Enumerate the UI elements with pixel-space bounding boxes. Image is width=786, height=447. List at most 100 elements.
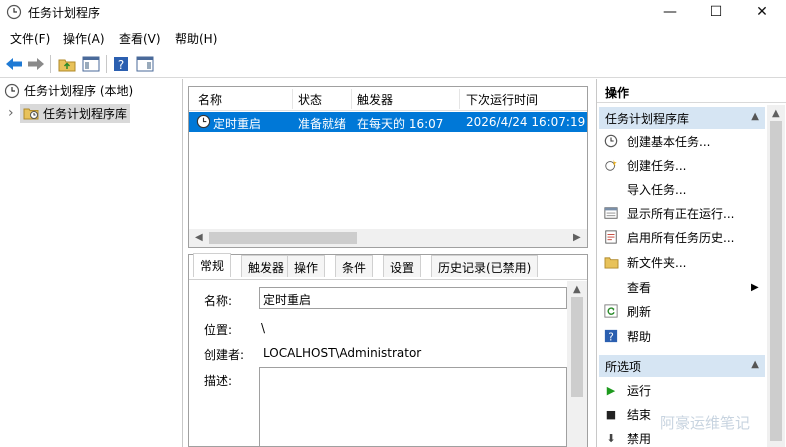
actions-vertical-scrollbar[interactable]: ▲ (767, 105, 785, 447)
task-next-run-cell: 2026/4/24 16:07:19 (466, 115, 586, 129)
column-separator[interactable] (351, 89, 352, 109)
menu-bar: 文件(F) 操作(A) 查看(V) 帮助(H) (0, 28, 786, 48)
stop-icon: ■ (605, 407, 617, 421)
column-header-next-run[interactable]: 下次运行时间 (466, 91, 538, 108)
clock-icon (4, 83, 20, 98)
folder-icon (603, 254, 619, 270)
menu-help[interactable]: 帮助(H) (175, 30, 217, 47)
scroll-up-icon[interactable]: ▲ (573, 284, 581, 295)
tree-item-library-label: 任务计划程序库 (43, 106, 128, 121)
svg-text:?: ? (118, 58, 124, 72)
action-label: 查看 (627, 280, 652, 295)
author-label: 创建者: (204, 348, 245, 362)
list-header: 名称 状态 触发器 下次运行时间 (189, 87, 587, 111)
action-new-folder[interactable]: 新文件夹... (603, 251, 763, 273)
section-selected-label: 所选项 (605, 360, 642, 374)
back-button[interactable] (3, 53, 25, 75)
forward-arrow-icon (28, 58, 44, 70)
clock-icon (6, 4, 22, 20)
task-clock-icon (196, 114, 211, 129)
description-field[interactable] (259, 367, 567, 447)
help-icon: ? (114, 57, 128, 72)
show-hide-tree-button[interactable] (80, 53, 102, 75)
show-action-pane-button[interactable] (134, 53, 156, 75)
task-details-panel: 常规 触发器 操作 条件 设置 历史记录(已禁用) 名称: 定时重启 位置: \… (188, 253, 588, 447)
action-create-basic-task[interactable]: 创建基本任务... (603, 130, 763, 152)
scrollbar-thumb[interactable] (770, 121, 782, 441)
toolbar-separator (50, 55, 51, 73)
maximize-button[interactable]: ☐ (693, 0, 739, 24)
scroll-left-icon[interactable]: ◀ (195, 232, 203, 243)
section-library[interactable]: 任务计划程序库 ▲ (599, 107, 765, 129)
tree-root[interactable]: 任务计划程序 (本地) (4, 82, 133, 99)
watermark-text: 阿豪运维笔记 (660, 414, 751, 432)
navigation-tree: 任务计划程序 (本地) › 任务计划程序库 (0, 79, 183, 447)
action-refresh[interactable]: 刷新 (603, 300, 763, 322)
tab-settings[interactable]: 设置 (383, 255, 422, 277)
action-help[interactable]: ? 帮助 (603, 325, 763, 347)
action-import-task[interactable]: 导入任务... (603, 178, 763, 200)
menu-action[interactable]: 操作(A) (63, 30, 105, 47)
task-list: 名称 状态 触发器 下次运行时间 定时重启 准备就绪 在每天的 16:07 20… (188, 86, 588, 248)
column-header-trigger[interactable]: 触发器 (357, 91, 393, 108)
location-value: \ (261, 321, 266, 335)
actions-pane: 操作 任务计划程序库 ▲ 创建基本任务... 创建任务... 导入任务... 显… (596, 79, 786, 447)
window-title: 任务计划程序 (28, 6, 101, 20)
task-star-icon (603, 157, 619, 173)
tab-triggers[interactable]: 触发器 (241, 255, 292, 277)
folder-clock-icon (23, 108, 39, 120)
name-field[interactable]: 定时重启 (259, 287, 567, 309)
tab-general[interactable]: 常规 (193, 253, 232, 277)
actions-title: 操作 (597, 79, 786, 103)
toolbar: ? (0, 50, 786, 78)
tree-item-library[interactable]: › 任务计划程序库 (8, 103, 132, 123)
close-button[interactable]: ✕ (739, 0, 785, 24)
scrollbar-thumb[interactable] (209, 232, 357, 244)
center-pane: 名称 状态 触发器 下次运行时间 定时重启 准备就绪 在每天的 16:07 20… (188, 86, 588, 447)
name-label: 名称: (204, 294, 233, 308)
action-run[interactable]: ▶ 运行 (603, 379, 763, 401)
folder-up-icon (58, 59, 76, 72)
help-button[interactable]: ? (110, 53, 132, 75)
column-header-status[interactable]: 状态 (298, 91, 322, 108)
scroll-up-icon[interactable]: ▲ (772, 108, 780, 119)
action-label: 显示所有正在运行... (627, 206, 735, 221)
vertical-scrollbar[interactable]: ▲ (567, 281, 587, 447)
help-icon: ? (603, 328, 619, 344)
action-display-running[interactable]: 显示所有正在运行... (603, 202, 763, 224)
action-label: 运行 (627, 383, 652, 398)
toolbar-separator (106, 55, 107, 73)
column-separator[interactable] (292, 89, 293, 109)
panel-right-icon (136, 56, 154, 72)
tab-divider (189, 279, 587, 280)
panel-icon (82, 56, 100, 72)
action-create-task[interactable]: 创建任务... (603, 154, 763, 176)
action-label: 创建任务... (627, 158, 687, 173)
tab-history[interactable]: 历史记录(已禁用) (431, 255, 539, 277)
menu-view[interactable]: 查看(V) (119, 30, 161, 47)
action-label: 新文件夹... (627, 255, 687, 270)
action-label: 导入任务... (627, 182, 687, 197)
action-view[interactable]: 查看 ▶ (603, 276, 763, 298)
collapse-icon[interactable]: ▲ (751, 111, 759, 122)
chevron-right-icon[interactable]: › (8, 105, 20, 121)
description-label: 描述: (204, 374, 233, 388)
column-separator[interactable] (459, 89, 460, 109)
action-enable-history[interactable]: 启用所有任务历史... (603, 226, 763, 248)
tab-actions[interactable]: 操作 (287, 255, 326, 277)
minimize-button[interactable]: — (647, 0, 693, 24)
up-folder-button[interactable] (56, 53, 78, 75)
collapse-icon[interactable]: ▲ (751, 359, 759, 370)
disable-arrow-down-icon: ⬇ (606, 431, 616, 445)
forward-button[interactable] (25, 53, 47, 75)
scroll-right-icon[interactable]: ▶ (573, 232, 581, 243)
table-row[interactable]: 定时重启 准备就绪 在每天的 16:07 2026/4/24 16:07:19 (189, 112, 587, 132)
tab-conditions[interactable]: 条件 (335, 255, 374, 277)
column-header-name[interactable]: 名称 (198, 91, 222, 108)
section-selected-item[interactable]: 所选项 ▲ (599, 355, 765, 377)
horizontal-scrollbar[interactable]: ◀ ▶ (189, 229, 587, 247)
scrollbar-thumb[interactable] (571, 297, 583, 397)
tree-root-label: 任务计划程序 (本地) (24, 84, 134, 98)
menu-file[interactable]: 文件(F) (10, 30, 50, 47)
submenu-arrow-icon: ▶ (751, 281, 759, 293)
